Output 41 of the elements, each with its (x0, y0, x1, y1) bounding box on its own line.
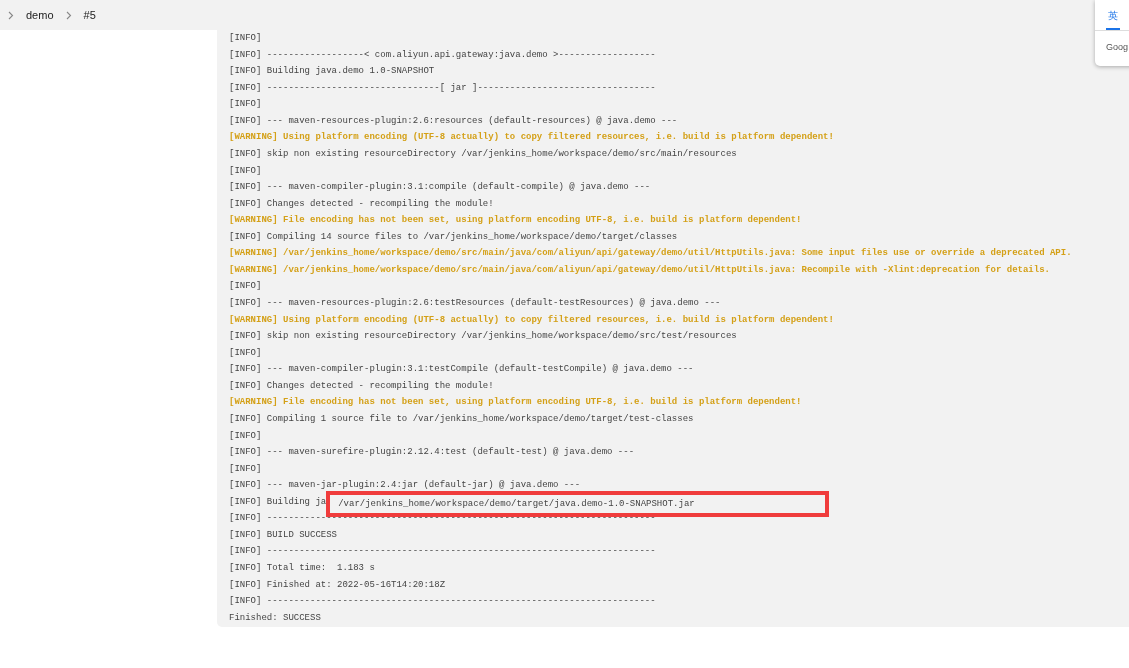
warning-log-line: [WARNING] File encoding has not been set, using platform encoding UTF-8, i.e. build is platform dependent! (229, 214, 802, 228)
warning-log-line: [WARNING] Using platform encoding (UTF-8 actually) to copy filtered resources, i.e. build is platform dependent! (229, 131, 834, 145)
log-line: [INFO] Compiling 14 source files to /var/jenkins_home/workspace/demo/target/classes (229, 230, 678, 244)
log-line: [INFO] skip non existing resourceDirectory /var/jenkins_home/workspace/demo/src/test/resources (229, 330, 737, 344)
log-line: [INFO] (229, 98, 262, 112)
warning-log-line: [WARNING] File encoding has not been set, using platform encoding UTF-8, i.e. build is platform dependent! (229, 396, 802, 410)
log-line: [INFO] Building java.demo 1.0-SNAPSHOT (229, 65, 435, 79)
warning-log-line: [WARNING] /var/jenkins_home/workspace/demo/src/main/java/com/aliyun/api/gateway/demo/util/HttpUtils.java: Recompile with -Xlint:deprecation for details. (229, 263, 1050, 277)
log-line: [INFO] Changes detected - recompiling the module! (229, 197, 494, 211)
chevron-right-icon (65, 10, 72, 20)
log-line: [INFO] --- maven-jar-plugin:2.4:jar (default-jar) @ java.demo --- (229, 479, 581, 493)
log-line: [INFO] (229, 346, 262, 360)
breadcrumb-link[interactable]: demo (26, 9, 54, 21)
log-line: [INFO] ------------------------------------------------------------------------ (229, 545, 656, 559)
log-line: [INFO] Compiling 1 source file to /var/jenkins_home/workspace/demo/target/test-classes (229, 412, 694, 426)
warning-log-line: [WARNING] /var/jenkins_home/workspace/demo/src/main/java/com/aliyun/api/gateway/demo/util/HttpUtils.java: Some input files use or override a deprecated API. (229, 247, 1072, 261)
log-line: [INFO] Changes detected - recompiling the module! (229, 379, 494, 393)
log-line: [INFO] --- maven-resources-plugin:2.6:testResources (default-testResources) @ java.demo --- (229, 297, 721, 310)
log-line: [INFO] (229, 32, 262, 45)
chevron-right-icon (8, 10, 14, 20)
log-line: [INFO] (229, 164, 262, 178)
log-line: [INFO] Building ja (229, 495, 327, 509)
log-line: [INFO] (229, 280, 262, 294)
warning-log-line: [WARNING] Using platform encoding (UTF-8 actually) to copy filtered resources, i.e. build is platform dependent! (229, 313, 834, 327)
language-tab[interactable]: 英 (1106, 9, 1120, 30)
log-line: [INFO] ------------------------------------------------------------------------ (229, 595, 656, 609)
log-line: [INFO] --------------------------------[ jar ]--------------------------------- (229, 81, 656, 95)
log-line: Finished: SUCCESS (229, 611, 321, 625)
log-line: [INFO] (229, 462, 262, 476)
breadcrumb-link[interactable]: #5 (83, 9, 96, 21)
popup-footer-text: Goog (1106, 42, 1129, 52)
log-line: [INFO] skip non existing resourceDirectory /var/jenkins_home/workspace/demo/src/main/resources (229, 147, 737, 161)
log-line: [INFO] (229, 429, 262, 443)
log-line: [INFO] ------------------< com.aliyun.api.gateway:java.demo >------------------ (229, 48, 656, 62)
log-line: [INFO] --- maven-compiler-plugin:3.1:testCompile (default-testCompile) @ java.demo --- (229, 363, 694, 377)
log-line: [INFO] --- maven-surefire-plugin:2.12.4:test (default-test) @ java.demo --- (229, 446, 635, 460)
log-line: [INFO] --- maven-resources-plugin:2.6:resources (default-resources) @ java.demo --- (229, 114, 678, 128)
log-line: [INFO] --- maven-compiler-plugin:3.1:compile (default-compile) @ java.demo --- (229, 181, 651, 195)
log-line: [INFO] BUILD SUCCESS (229, 528, 338, 542)
log-line: [INFO] Total time: 1.183 s (229, 562, 375, 575)
log-line: [INFO] Finished at: 2022-05-16T14:20:18Z (229, 578, 446, 592)
